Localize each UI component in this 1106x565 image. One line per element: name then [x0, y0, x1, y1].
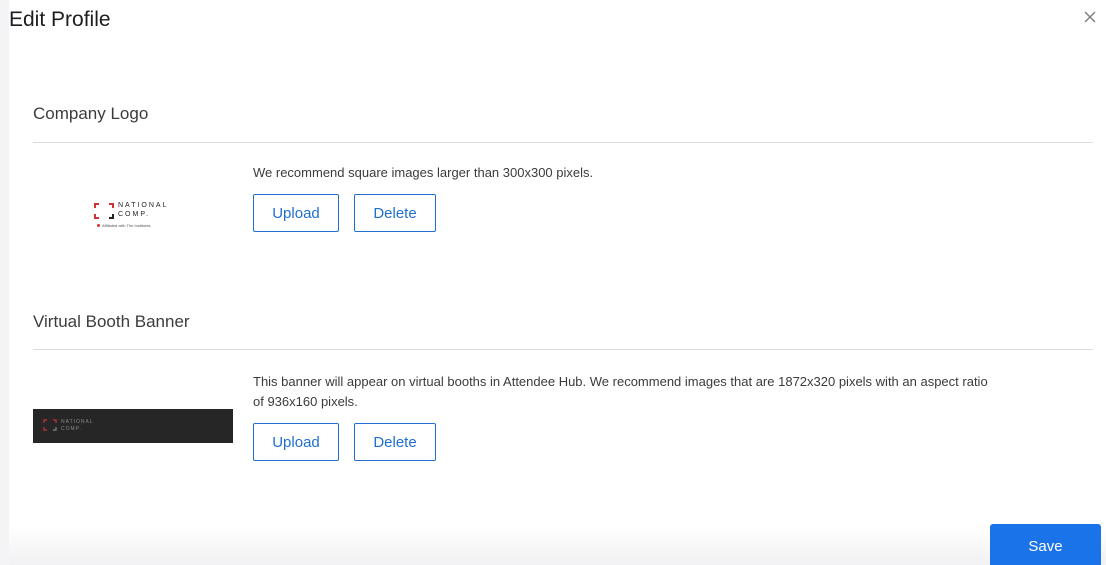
logo-text-national: NATIONAL	[118, 202, 169, 209]
close-button[interactable]	[1082, 9, 1098, 25]
close-icon	[1084, 11, 1096, 23]
company-logo-hint: We recommend square images larger than 3…	[253, 165, 594, 180]
save-button[interactable]: Save	[990, 524, 1101, 565]
company-logo-image: NATIONAL COMP. Affiliated with The Insti…	[85, 195, 185, 235]
edit-profile-modal: Edit Profile Company Logo NATIONAL COMP.…	[0, 0, 1106, 565]
company-logo-delete-button[interactable]: Delete	[354, 194, 436, 232]
booth-banner-hint-line2: of 936x160 pixels.	[253, 394, 358, 409]
logo-dot-icon	[97, 224, 100, 228]
booth-banner-divider	[33, 349, 1093, 350]
booth-banner-upload-button[interactable]: Upload	[253, 423, 339, 461]
booth-banner-delete-button[interactable]: Delete	[354, 423, 436, 461]
company-logo-heading: Company Logo	[33, 104, 149, 123]
company-logo-upload-button[interactable]: Upload	[253, 194, 339, 232]
modal-footer	[9, 527, 1106, 565]
booth-banner-hint-line1: This banner will appear on virtual booth…	[253, 374, 988, 389]
logo-text-comp: COMP.	[118, 211, 151, 218]
logo-bracket-icon	[94, 203, 114, 219]
banner-text-national: NATIONAL	[61, 419, 94, 425]
booth-banner-image: NATIONAL COMP.	[33, 409, 233, 443]
modal-title: Edit Profile	[9, 8, 111, 31]
booth-banner-heading: Virtual Booth Banner	[33, 312, 190, 331]
banner-text-comp: COMP.	[61, 426, 82, 432]
logo-tagline: Affiliated with The Institutes	[97, 223, 151, 228]
company-logo-divider	[33, 142, 1093, 143]
modal-backdrop-edge	[0, 0, 9, 565]
banner-bracket-icon	[43, 419, 57, 431]
